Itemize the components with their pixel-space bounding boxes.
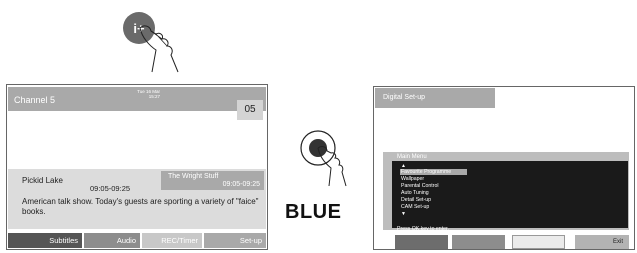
time-text: 15:27 xyxy=(148,94,160,99)
rec-timer-button[interactable]: REC/Timer xyxy=(142,233,202,248)
channel-number: 05 xyxy=(237,100,263,120)
current-programme-time: 09:05-09:25 xyxy=(90,184,131,193)
next-programme-time: 09:05-09:25 xyxy=(222,181,260,188)
blue-key-label: BLUE xyxy=(285,201,342,223)
menu-item-detail-setup[interactable]: Detail Set-up xyxy=(401,197,431,203)
menu-item-cam-setup[interactable]: CAM Set-up xyxy=(401,204,429,210)
setup-button[interactable]: Set-up xyxy=(204,233,266,248)
menu-item-auto-tuning[interactable]: Auto Tuning xyxy=(401,190,429,196)
press-ok-hint: Press OK key to enter. xyxy=(397,226,449,232)
audio-button[interactable]: Audio xyxy=(84,233,140,248)
programme-synopsis: American talk show. Today's guests are s… xyxy=(22,197,259,216)
remote-info-button-illustration: i+ xyxy=(123,12,179,73)
info-plus-glyph: i+ xyxy=(133,21,145,36)
menu-item-wallpaper[interactable]: Wallpaper xyxy=(401,176,424,182)
yellow-key-button[interactable] xyxy=(512,235,565,249)
subtitles-button[interactable]: Subtitles xyxy=(8,233,82,248)
menu-item-parental-control[interactable]: Parental Control xyxy=(401,183,439,189)
setup-title: Digital Set-up xyxy=(383,94,426,101)
menu-item-favourite-programme[interactable]: Favourite Programme xyxy=(400,169,467,175)
scroll-down-icon[interactable]: ▼ xyxy=(401,211,406,217)
current-programme-title: Pickid Lake xyxy=(22,176,63,185)
blue-button-illustration xyxy=(300,130,347,187)
red-key-button[interactable] xyxy=(395,235,448,249)
next-programme-title: The Wright Stuff xyxy=(168,173,219,180)
green-key-button[interactable] xyxy=(452,235,505,249)
main-menu-title: Main Menu xyxy=(397,154,427,160)
channel-name: Channel 5 xyxy=(14,95,56,105)
exit-button[interactable]: Exit xyxy=(575,235,629,249)
